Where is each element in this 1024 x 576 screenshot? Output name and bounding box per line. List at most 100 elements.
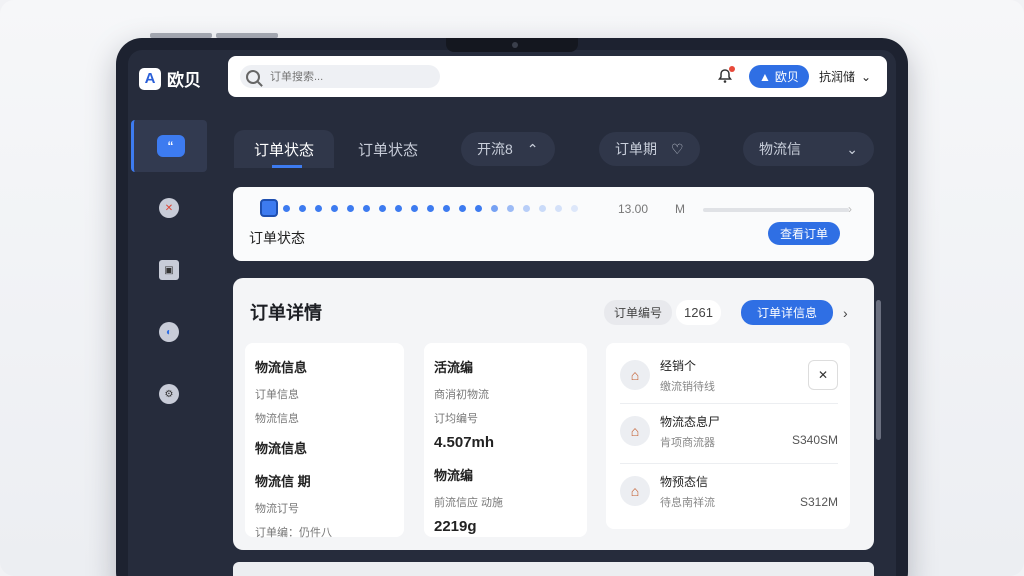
card-heading: 物流信息: [255, 360, 308, 375]
user-menu[interactable]: 抗润储 ⌄: [819, 68, 871, 85]
info-card-logistics: 物流信息 订单信息 物流信息 物流信息 物流信 期 物流订号 订单编：仍件八: [245, 343, 404, 539]
filter-chip-2[interactable]: 订单期 ♡: [599, 132, 700, 166]
chat-icon: “: [156, 135, 185, 157]
sidebar-item-chat[interactable]: “: [131, 120, 207, 172]
progress-dot: [395, 205, 402, 212]
order-number-value: 1261: [676, 300, 721, 325]
view-order-button[interactable]: 查看订单: [768, 222, 841, 245]
top-bar: ▲ 欧贝 抗润储 ⌄: [228, 56, 887, 97]
card-line: 物流订号: [255, 503, 299, 515]
progress-track: [703, 208, 849, 212]
logistics-list: ⌂ 经销个 缴流销待线 ✕ ⌂ 物流态息尸 肯项商流器 S340SM ⌂ 物预态…: [606, 343, 850, 529]
chip-label: 订单期: [615, 141, 657, 157]
card-line: 订单编：仍件八: [255, 527, 332, 539]
shield-icon: ◐: [159, 322, 179, 342]
home-icon: ⌂: [620, 476, 650, 506]
tab-bar: 订单状态 订单状态: [234, 130, 442, 168]
progress-dot: [491, 205, 498, 212]
progress-dot: [443, 205, 450, 212]
bell-small-icon: ▲: [759, 69, 771, 84]
progress-dot: [539, 205, 546, 212]
camera-icon: [512, 42, 518, 48]
close-icon[interactable]: ✕: [808, 360, 838, 390]
list-item-value: S312M: [799, 495, 838, 509]
sidebar-item-alert[interactable]: ✕: [131, 182, 207, 234]
info-card-flow: 活流编 商消初物流 订均编号 4.507mh 物流编 前流信应 动施 2219g: [424, 343, 587, 537]
card-line: 物流信息: [255, 413, 299, 425]
progress-label: 订单状态: [249, 230, 305, 246]
filter-chip-3[interactable]: 物流信 ⌄: [743, 132, 874, 166]
card-heading-2: 物流编: [434, 468, 474, 483]
chevron-right-icon[interactable]: ›: [843, 305, 848, 321]
sidebar: “ ✕ ▣ ◐ ⚙: [131, 120, 207, 430]
tab-order-status-2[interactable]: 订单状态: [334, 130, 442, 168]
list-item-title: 物预态信: [660, 474, 709, 489]
card-line: 商消初物流: [434, 389, 489, 401]
next-section-edge: [233, 562, 874, 576]
alert-icon: ✕: [159, 198, 179, 218]
chip-label: 开流8: [477, 141, 513, 157]
progress-dots: [283, 205, 578, 212]
divider: [620, 463, 838, 464]
progress-time: 13.00: [618, 202, 649, 216]
card-subheading: 物流信息: [255, 441, 308, 456]
progress-dot: [411, 205, 418, 212]
user-pill-button[interactable]: ▲ 欧贝: [749, 65, 809, 88]
chevron-right-icon[interactable]: ›: [848, 202, 852, 216]
order-detail-panel: 订单详情 订单编号 1261 订单详信息 › 物流信息 订单信息 物流信息 物流…: [233, 278, 874, 550]
list-item-value: S340SM: [791, 433, 838, 447]
detail-title: 订单详情: [250, 303, 322, 323]
pill-label: 欧贝: [774, 70, 799, 84]
card-heading: 活流编: [434, 360, 474, 375]
progress-dot: [363, 205, 370, 212]
scrollbar[interactable]: [876, 300, 881, 440]
progress-dot: [427, 205, 434, 212]
sidebar-item-shield[interactable]: ◐: [131, 306, 207, 358]
app-name: 欧贝: [167, 71, 201, 90]
logo-icon: A: [139, 67, 161, 90]
list-item[interactable]: ⌂ 经销个 缴流销待线 ✕: [620, 355, 838, 395]
divider: [620, 403, 838, 404]
home-icon: ⌂: [620, 416, 650, 446]
list-item[interactable]: ⌂ 物预态信 待息南祥流 S312M: [620, 471, 838, 511]
search-input[interactable]: [270, 70, 430, 83]
progress-dot: [555, 205, 562, 212]
chip-label: 物流信: [759, 141, 801, 157]
card-line: 订均编号: [434, 413, 478, 425]
list-item-title: 经销个: [660, 358, 697, 373]
list-item-title: 物流态息尸: [660, 414, 721, 429]
card-line: 订单信息: [255, 389, 299, 401]
sidebar-item-settings[interactable]: ⚙: [131, 368, 207, 420]
list-item-subtitle: 缴流销待线: [660, 380, 715, 393]
search-icon: [246, 69, 260, 84]
progress-card: 13.00 M › 订单状态 查看订单: [233, 187, 874, 261]
list-item[interactable]: ⌂ 物流态息尸 肯项商流器 S340SM: [620, 411, 838, 451]
progress-start-handle[interactable]: [260, 199, 278, 217]
filter-chip-1[interactable]: 开流8 ⌃: [461, 132, 555, 166]
app-logo[interactable]: A 欧贝: [139, 66, 201, 91]
progress-dot: [331, 205, 338, 212]
progress-unit: M: [675, 202, 685, 216]
order-number-label: 订单编号: [604, 300, 673, 325]
order-info-button[interactable]: 订单详信息: [741, 300, 834, 325]
progress-dot: [475, 205, 482, 212]
notification-dot: [729, 66, 735, 72]
home-icon: ⌂: [620, 360, 650, 390]
heart-icon: ♡: [671, 140, 684, 157]
card-number-2: 2219g: [434, 518, 477, 535]
gear-icon: ⚙: [159, 384, 179, 404]
card-heading-2: 物流信 期: [255, 474, 311, 489]
card-line: 前流信应 动施: [434, 497, 504, 509]
progress-dot: [347, 205, 354, 212]
sidebar-item-box[interactable]: ▣: [131, 244, 207, 296]
card-number: 4.507mh: [434, 434, 495, 451]
tab-order-status[interactable]: 订单状态: [234, 130, 335, 168]
progress-dot: [315, 205, 322, 212]
box-icon: ▣: [159, 260, 179, 280]
progress-dot: [523, 205, 530, 212]
progress-dot: [571, 205, 578, 212]
search-box[interactable]: [240, 65, 440, 88]
list-item-subtitle: 肯项商流器: [660, 436, 715, 449]
bell-icon[interactable]: [717, 66, 735, 84]
progress-dot: [507, 205, 514, 212]
